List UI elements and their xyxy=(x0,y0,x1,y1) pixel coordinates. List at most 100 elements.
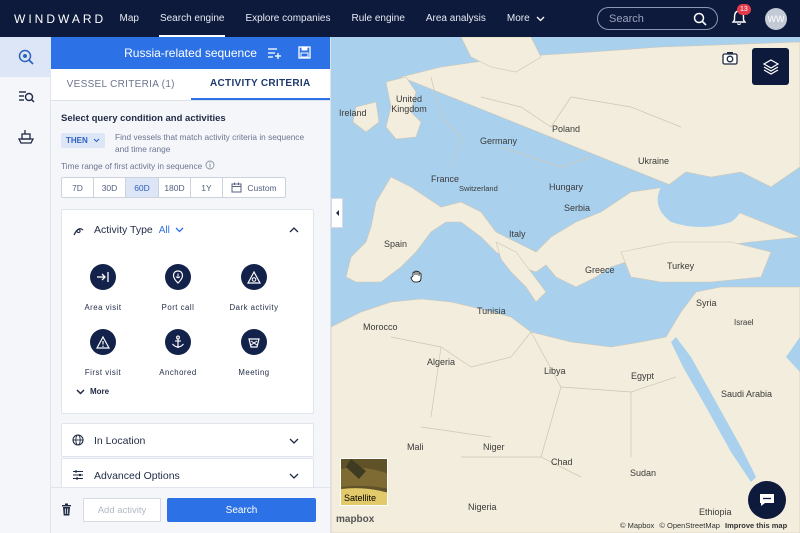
condition-value: THEN xyxy=(66,136,88,145)
nav-rule-engine[interactable]: Rule engine xyxy=(341,0,415,37)
layers-icon xyxy=(762,58,779,75)
map-layers-button[interactable] xyxy=(752,48,789,85)
chevron-down-icon xyxy=(536,16,545,21)
activity-type-header[interactable]: Activity Type All xyxy=(62,210,313,250)
map-label: Italy xyxy=(509,229,526,239)
map-label: United Kingdom xyxy=(391,94,427,114)
panel-header: Russia-related sequence xyxy=(51,37,330,69)
rail-list-search[interactable] xyxy=(0,77,51,117)
in-location-header[interactable]: In Location xyxy=(62,424,313,458)
info-icon[interactable] xyxy=(205,160,215,170)
range-30d[interactable]: 30D xyxy=(94,178,126,197)
map-label: Algeria xyxy=(427,357,456,367)
rail-vessels[interactable] xyxy=(0,117,51,157)
map-label: Sudan xyxy=(630,468,657,478)
satellite-toggle[interactable]: Satellite xyxy=(340,458,388,506)
map-label: Poland xyxy=(552,124,581,134)
trash-icon[interactable] xyxy=(61,503,72,516)
activity-anchored[interactable]: Anchored xyxy=(143,329,213,377)
map-label: Israel xyxy=(734,318,754,327)
nav-explore-companies[interactable]: Explore companies xyxy=(235,0,341,37)
activity-meeting[interactable]: Meeting xyxy=(219,329,289,377)
map-label: Ireland xyxy=(339,108,367,118)
map-label: Niger xyxy=(483,442,505,452)
chat-support-button[interactable] xyxy=(748,481,786,519)
rail-search-engine[interactable] xyxy=(0,37,51,77)
tab-vessel-criteria[interactable]: VESSEL CRITERIA (1) xyxy=(51,69,191,100)
nav-more[interactable]: More xyxy=(496,0,555,37)
map-label: Greece xyxy=(585,265,615,275)
activity-type-card: Activity Type All Area visit Port call D… xyxy=(61,209,314,414)
dark-activity-icon xyxy=(241,264,267,290)
map-label: Germany xyxy=(480,136,518,146)
search-globe-icon xyxy=(18,49,34,65)
condition-dropdown[interactable]: THEN xyxy=(61,133,106,148)
port-call-icon xyxy=(165,264,191,290)
global-search[interactable] xyxy=(597,7,718,30)
mapbox-logo[interactable]: mapbox xyxy=(336,514,374,525)
activity-port-call[interactable]: Port call xyxy=(143,264,213,312)
section-title: Select query condition and activities xyxy=(61,113,226,124)
notification-badge: 13 xyxy=(737,4,751,15)
save-icon[interactable] xyxy=(298,46,311,59)
activity-label: Meeting xyxy=(238,368,270,377)
area-visit-icon xyxy=(90,264,116,290)
activity-label: Port call xyxy=(161,303,195,312)
improve-map-link[interactable]: Improve this map xyxy=(725,521,787,530)
nav-search-engine[interactable]: Search engine xyxy=(149,0,235,37)
top-navigation-bar: WINDWARD Map Search engine Explore compa… xyxy=(0,0,800,37)
map-label: France xyxy=(431,174,460,184)
range-custom[interactable]: Custom xyxy=(223,178,285,197)
map-attribution: © Mapbox © OpenStreetMap Improve this ma… xyxy=(620,521,787,530)
map-label: Mali xyxy=(407,442,424,452)
range-1y[interactable]: 1Y xyxy=(191,178,223,197)
activity-label: Area visit xyxy=(84,303,122,312)
map-label: Tunisia xyxy=(477,306,506,316)
range-60d[interactable]: 60D xyxy=(126,178,159,197)
activity-type-label: Activity Type xyxy=(94,224,153,236)
collapse-panel-button[interactable] xyxy=(331,198,343,228)
search-icon[interactable] xyxy=(693,12,707,26)
map-label: Morocco xyxy=(363,322,398,332)
map-label: Syria xyxy=(696,298,717,308)
chevron-down-icon[interactable] xyxy=(175,227,184,233)
map-label: Serbia xyxy=(564,203,591,213)
map-label: Spain xyxy=(384,239,408,249)
tab-activity-criteria[interactable]: ACTIVITY CRITERIA xyxy=(190,69,330,100)
avatar[interactable]: WW xyxy=(765,8,787,30)
activity-first-visit[interactable]: First visit xyxy=(68,329,138,377)
activity-area-visit[interactable]: Area visit xyxy=(68,264,138,312)
panel-footer: Add activity Search xyxy=(51,487,330,533)
activity-type-filter[interactable]: All xyxy=(159,225,170,236)
windward-logo[interactable]: WINDWARD xyxy=(14,12,103,26)
search-input[interactable] xyxy=(609,12,693,25)
attribution-osm[interactable]: © OpenStreetMap xyxy=(659,521,720,530)
add-activity-button[interactable]: Add activity xyxy=(83,498,161,522)
chevron-down-icon xyxy=(289,438,299,444)
search-button[interactable]: Search xyxy=(167,498,316,522)
query-title[interactable]: Russia-related sequence xyxy=(124,46,257,60)
nav-map[interactable]: Map xyxy=(109,0,149,37)
map-label: Hungary xyxy=(549,182,584,192)
hand-cursor-icon xyxy=(410,270,422,283)
nav-area-analysis[interactable]: Area analysis xyxy=(415,0,496,37)
in-location-card[interactable]: In Location xyxy=(61,423,314,457)
range-7d[interactable]: 7D xyxy=(62,178,94,197)
chevron-up-icon[interactable] xyxy=(289,227,299,233)
chevron-down-icon xyxy=(289,473,299,479)
more-activities-toggle[interactable]: More xyxy=(76,387,109,396)
attribution-mapbox[interactable]: © Mapbox xyxy=(620,521,654,530)
map-canvas[interactable]: Ireland United Kingdom Poland Germany Uk… xyxy=(331,37,800,533)
range-custom-label: Custom xyxy=(247,182,277,193)
ship-icon xyxy=(17,130,34,144)
activity-dark-activity[interactable]: Dark activity xyxy=(219,264,289,312)
mapbox-logo-text: mapbox xyxy=(336,514,375,525)
camera-icon[interactable] xyxy=(722,51,738,65)
activity-label: First visit xyxy=(84,368,122,377)
globe-icon xyxy=(72,434,84,446)
chevron-down-icon xyxy=(93,138,100,143)
save-as-list-icon[interactable] xyxy=(267,46,281,60)
range-180d[interactable]: 180D xyxy=(159,178,191,197)
list-search-icon xyxy=(18,91,35,103)
left-rail xyxy=(0,37,51,533)
